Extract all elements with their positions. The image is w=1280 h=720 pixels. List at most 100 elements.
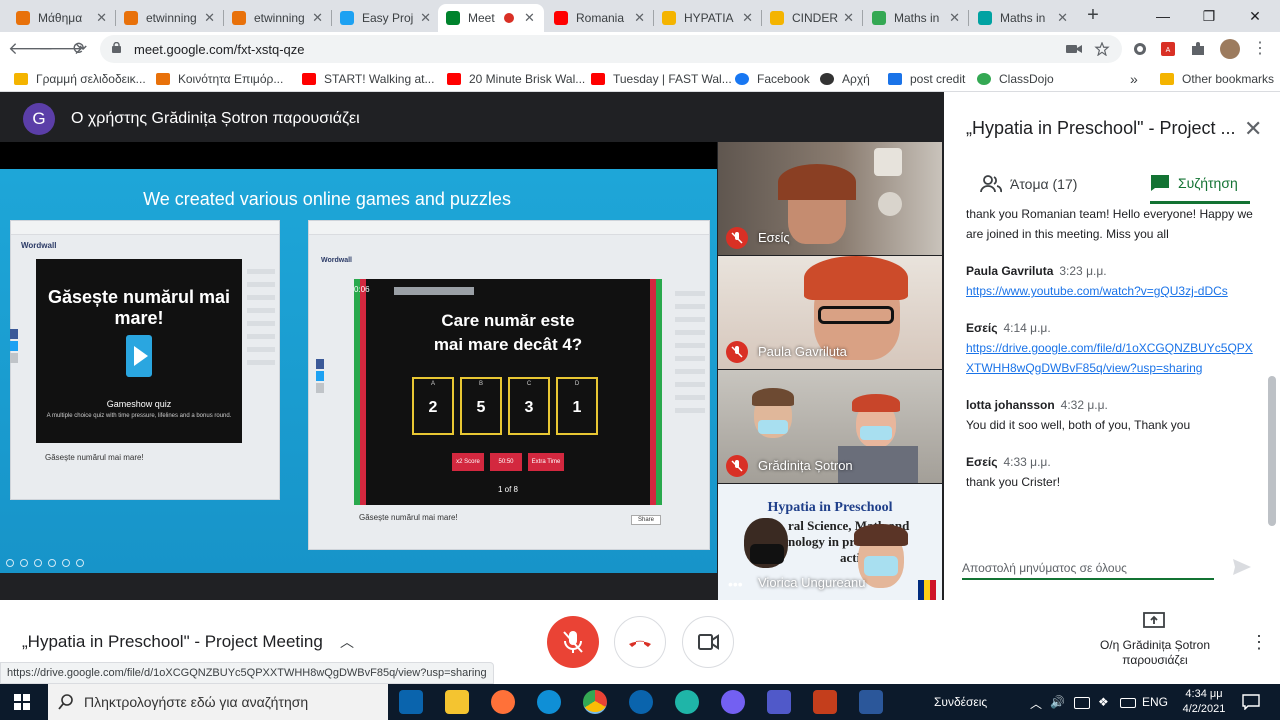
back-button[interactable]: 🡐 (8, 37, 54, 61)
browser-tab[interactable]: Romania ✕ (546, 4, 653, 32)
send-icon[interactable] (1232, 558, 1252, 576)
slide-nav-controls[interactable] (6, 559, 96, 567)
network-icon[interactable] (1074, 697, 1090, 709)
browser-tab[interactable]: Maths in ✕ (970, 4, 1076, 32)
bookmark-item[interactable]: Facebook (735, 71, 810, 87)
camera-toggle-button[interactable] (682, 616, 734, 668)
close-icon[interactable]: ✕ (96, 10, 107, 26)
window-close-button[interactable]: ✕ (1232, 2, 1278, 30)
mic-toggle-button[interactable] (547, 616, 599, 668)
chat-message-input[interactable]: Αποστολή μηνύματος σε όλους (962, 554, 1214, 580)
close-icon[interactable]: ✕ (1057, 10, 1068, 26)
play-button[interactable] (126, 335, 152, 377)
taskbar-search[interactable]: Πληκτρολογήστε εδώ για αναζήτηση (48, 684, 388, 720)
app-teal-icon[interactable] (675, 690, 699, 714)
close-icon[interactable]: ✕ (524, 10, 535, 26)
dropbox-icon[interactable]: ❖ (1098, 695, 1109, 709)
lifeline-button[interactable]: Extra Time (528, 453, 564, 471)
more-options-icon[interactable]: ⋮ (1250, 632, 1268, 653)
tab-people[interactable]: Άτομα (17) (980, 164, 1120, 204)
lifeline-button[interactable]: 50:50 (490, 453, 522, 471)
folder-icon (14, 73, 28, 85)
file-explorer-icon[interactable] (445, 690, 469, 714)
notifications-icon[interactable] (1242, 694, 1260, 710)
browser-tab[interactable]: HYPATIA ✕ (654, 4, 761, 32)
close-icon[interactable]: ✕ (634, 10, 645, 26)
close-icon[interactable]: ✕ (742, 10, 753, 26)
maximize-button[interactable]: ❐ (1186, 2, 1232, 30)
close-icon[interactable]: ✕ (843, 10, 854, 26)
bookmarks-overflow-button[interactable]: » (1130, 71, 1138, 87)
battery-icon[interactable] (1120, 698, 1136, 708)
viber-icon[interactable] (721, 690, 745, 714)
forward-button[interactable]: 🡒 (38, 37, 84, 61)
answer-option[interactable]: D1 (556, 377, 598, 435)
extension-circle-icon[interactable] (1132, 41, 1148, 57)
chat-link[interactable]: https://drive.google.com/file/d/1oXCGQNZ… (966, 341, 1253, 375)
bookmark-item[interactable]: Αρχή (820, 71, 870, 87)
chat-link[interactable]: https://www.youtube.com/watch?v=gQU3zj-d… (966, 284, 1228, 298)
close-icon[interactable]: ✕ (949, 10, 960, 26)
profile-avatar[interactable] (1220, 39, 1240, 59)
participant-tile[interactable]: Paula Gavriluta (718, 256, 942, 369)
teams-icon[interactable] (767, 690, 791, 714)
chat-scrollbar[interactable] (1268, 376, 1276, 526)
end-call-button[interactable] (614, 616, 666, 668)
pdf-icon[interactable]: A (1160, 41, 1176, 57)
participant-tile[interactable]: Hypatia in Preschool ral Science, Math a… (718, 484, 942, 600)
windows-start-icon[interactable] (14, 694, 30, 710)
bookmark-item[interactable]: Γραμμή σελιδοδεικ... (14, 71, 146, 87)
bookmark-item[interactable]: 20 Minute Brisk Wal... (447, 71, 585, 87)
address-bar[interactable]: meet.google.com/fxt-xstq-qze (100, 35, 1122, 63)
tab-chat[interactable]: Συζήτηση (1150, 164, 1250, 204)
participant-tile[interactable]: Εσείς (718, 142, 942, 255)
presenting-status[interactable]: Ο/η Grădinița Șotron παρουσιάζει (1092, 638, 1218, 668)
bookmark-item[interactable]: Tuesday | FAST Wal... (591, 71, 732, 87)
close-icon[interactable]: ✕ (312, 10, 323, 26)
word-icon[interactable] (859, 690, 883, 714)
bookmark-item[interactable]: ClassDojo (977, 71, 1054, 87)
star-icon[interactable] (1094, 42, 1110, 56)
tray-links-label[interactable]: Συνδέσεις (934, 695, 987, 709)
participant-tile[interactable]: Grădinița Șotron (718, 370, 942, 483)
meeting-title[interactable]: „Hypatia in Preschool" - Project Meeting (22, 632, 323, 652)
bookmark-item[interactable]: Κοινότητα Επιμόρ... (156, 71, 283, 87)
close-panel-button[interactable]: ✕ (1244, 116, 1262, 142)
close-icon[interactable]: ✕ (420, 10, 431, 26)
close-icon[interactable]: ✕ (204, 10, 215, 26)
question-counter: 1 of 8 (497, 485, 518, 494)
minimize-button[interactable]: — (1140, 2, 1186, 30)
language-indicator[interactable]: ENG (1142, 695, 1168, 709)
bookmark-item[interactable]: post credit (888, 71, 965, 87)
reload-button[interactable]: ⟳ (68, 37, 92, 61)
share-button[interactable]: Share (631, 515, 662, 525)
browser-tab[interactable]: CINDERE✕ (762, 4, 862, 32)
edge-icon[interactable] (537, 690, 561, 714)
firefox-icon[interactable] (491, 690, 515, 714)
answer-option[interactable]: A2 (412, 377, 454, 435)
answer-option[interactable]: C3 (508, 377, 550, 435)
answer-option[interactable]: B5 (460, 377, 502, 435)
powerpoint-icon[interactable] (813, 690, 837, 714)
browser-tab[interactable]: etwinning ✕ (116, 4, 223, 32)
lifeline-button[interactable]: x2 Score (452, 453, 484, 471)
mail-icon[interactable] (399, 690, 423, 714)
other-bookmarks[interactable]: Other bookmarks (1160, 71, 1274, 87)
new-tab-button[interactable]: + (1083, 4, 1103, 28)
present-screen-icon[interactable] (1143, 612, 1165, 630)
outlook-icon[interactable] (629, 690, 653, 714)
chevron-up-icon[interactable]: ︿ (1030, 695, 1042, 712)
chrome-menu-icon[interactable]: ⋮ (1248, 37, 1272, 61)
puzzle-icon[interactable] (1190, 41, 1206, 57)
browser-tab-active[interactable]: Meet ✕ (438, 4, 544, 32)
camera-icon[interactable] (1066, 42, 1082, 56)
browser-tab[interactable]: etwinning ✕ (224, 4, 331, 32)
browser-tab[interactable]: Easy Proj ✕ (332, 4, 439, 32)
taskbar-clock[interactable]: 4:34 μμ 4/2/2021 (1180, 687, 1228, 717)
browser-tab[interactable]: Μάθημα ✕ (8, 4, 115, 32)
browser-tab[interactable]: Maths in ✕ (864, 4, 968, 32)
volume-icon[interactable]: 🔊 (1050, 695, 1065, 709)
chrome-icon[interactable] (583, 690, 607, 714)
chevron-up-icon[interactable]: ︿ (340, 632, 354, 652)
bookmark-item[interactable]: START! Walking at... (302, 71, 434, 87)
